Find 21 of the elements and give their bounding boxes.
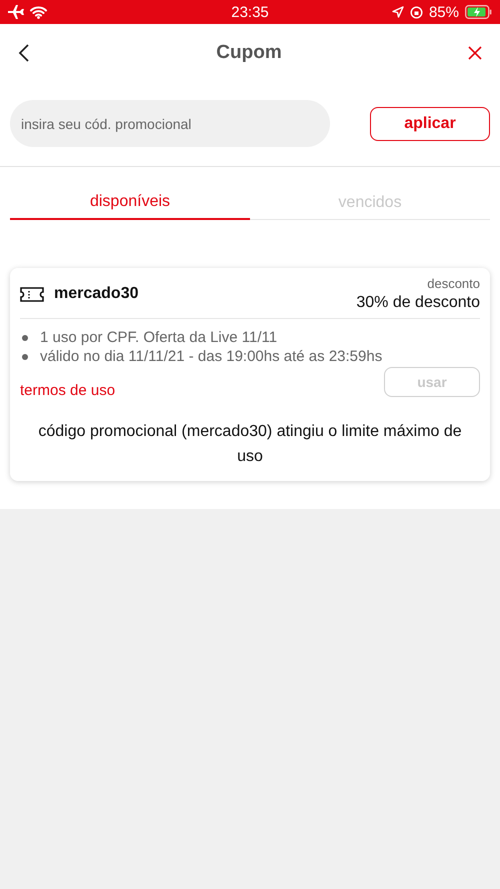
apply-button[interactable]: aplicar — [370, 106, 490, 140]
battery-charging-icon — [465, 5, 492, 19]
location-icon — [392, 6, 404, 18]
promo-code-field[interactable]: insira seu cód. promocional — [10, 100, 330, 147]
battery-percent: 85% — [428, 4, 459, 20]
rotation-lock-icon — [410, 6, 423, 18]
bullet-icon — [22, 334, 28, 340]
coupon-code: mercado30 — [54, 285, 138, 303]
rule-text: válido no dia 11/11/21 - das 19:00hs até as 23:59hs — [40, 348, 382, 365]
limit-message: código promocional (mercado30) atingiu o limite máximo de uso — [37, 422, 463, 467]
close-icon — [468, 46, 482, 60]
ticket-icon — [20, 286, 44, 302]
discount-label: desconto — [427, 276, 480, 291]
page-title: Cupom — [216, 42, 282, 64]
status-time: 23:35 — [231, 4, 269, 20]
rule-text: 1 uso por CPF. Oferta da Live 11/11 — [40, 329, 278, 346]
bullet-icon — [22, 354, 28, 360]
chevron-left-icon — [18, 44, 30, 62]
discount-value: 30% de desconto — [356, 294, 480, 312]
wifi-icon — [30, 6, 47, 18]
airplane-icon — [8, 5, 24, 19]
